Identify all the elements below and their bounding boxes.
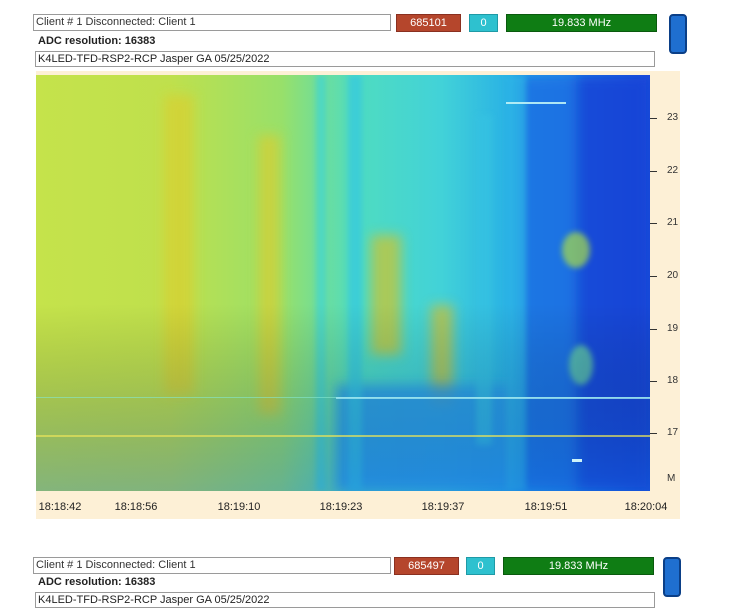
adc-resolution-label-2: ADC resolution:: [38, 576, 122, 588]
y-tick-label: M: [667, 473, 676, 484]
frequency-display: 19.833 MHz: [506, 14, 657, 32]
spectrogram-plot[interactable]: [36, 75, 650, 491]
x-tick-label: 18:18:42: [38, 501, 82, 513]
x-tick-label: 18:19:51: [524, 501, 568, 513]
station-info-field: K4LED-TFD-RSP2-RCP Jasper GA 05/25/2022: [35, 51, 655, 67]
y-tick-label: 21: [667, 217, 679, 228]
y-tick: [650, 381, 657, 382]
adc-resolution-value-2: 16383: [124, 576, 156, 588]
y-tick: [650, 223, 657, 224]
x-tick-label: 18:19:10: [217, 501, 261, 513]
adc-resolution-value: 16383: [124, 35, 156, 47]
x-tick-label: 18:18:56: [114, 501, 158, 513]
sample-counter-2: 685497: [394, 557, 459, 575]
y-tick-label: 23: [667, 112, 679, 123]
x-tick-label: 18:20:04: [624, 501, 668, 513]
y-tick-label: 18: [667, 375, 679, 386]
y-tick-label: 17: [667, 427, 679, 438]
adc-resolution-2: ADC resolution: 16383: [38, 576, 155, 588]
frequency-display-2: 19.833 MHz: [503, 557, 654, 575]
adc-resolution-label: ADC resolution:: [38, 35, 122, 47]
client-status-field: Client # 1 Disconnected: Client 1: [33, 14, 391, 31]
side-button[interactable]: [669, 14, 687, 54]
sample-counter: 685101: [396, 14, 461, 32]
client-status-field-2: Client # 1 Disconnected: Client 1: [33, 557, 391, 574]
y-tick: [650, 329, 657, 330]
zero-indicator: 0: [469, 14, 498, 32]
y-tick-label: 19: [667, 323, 679, 334]
spectrogram-image: [36, 75, 650, 491]
y-tick: [650, 276, 657, 277]
y-tick: [650, 118, 657, 119]
y-tick-label: 20: [667, 270, 679, 281]
zero-indicator-2: 0: [466, 557, 495, 575]
station-info-field-2: K4LED-TFD-RSP2-RCP Jasper GA 05/25/2022: [35, 592, 655, 608]
x-tick-label: 18:19:23: [319, 501, 363, 513]
adc-resolution: ADC resolution: 16383: [38, 35, 155, 47]
y-tick: [650, 171, 657, 172]
y-tick-label: 22: [667, 165, 679, 176]
y-tick: [650, 433, 657, 434]
x-tick-label: 18:19:37: [421, 501, 465, 513]
side-button-2[interactable]: [663, 557, 681, 597]
